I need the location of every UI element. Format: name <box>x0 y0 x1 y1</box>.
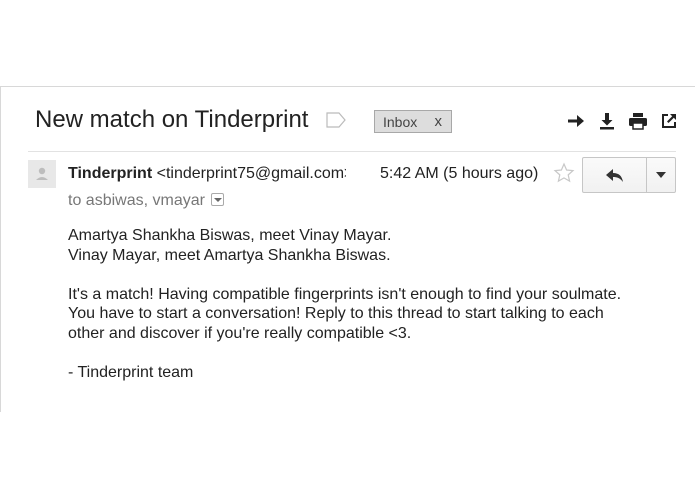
recipients-dropdown-icon[interactable] <box>210 193 224 206</box>
chevron-down-icon <box>656 172 666 178</box>
download-icon[interactable] <box>597 111 617 131</box>
print-icon[interactable] <box>628 111 648 131</box>
sender-line: Tinderprint <tinderprint75@gmail.com> <box>68 165 346 183</box>
email-time: 5:42 AM (5 hours ago) <box>380 165 539 182</box>
body-line: You have to start a conversation! Reply … <box>68 305 604 322</box>
inbox-label-text: Inbox <box>383 113 418 130</box>
more-actions-button[interactable] <box>647 158 675 192</box>
recipients-line: to asbiwas, vmayar <box>68 192 224 210</box>
header-divider <box>28 151 676 152</box>
sender-name[interactable]: Tinderprint <box>68 165 152 182</box>
inbox-label-badge: Inbox x <box>374 110 452 133</box>
body-line: Amartya Shankha Biswas, meet Vinay Mayar… <box>68 227 392 244</box>
arrow-right-icon[interactable] <box>566 111 586 131</box>
body-line: Vinay Mayar, meet Amartya Shankha Biswas… <box>68 246 391 264</box>
email-body: Amartya Shankha Biswas, meet Vinay Mayar… <box>68 226 668 382</box>
sender-email: <tinderprint75@gmail.com> <box>156 165 346 182</box>
reply-button[interactable] <box>583 158 647 192</box>
reply-icon <box>606 169 623 182</box>
email-signature: - Tinderprint team <box>68 363 194 381</box>
recipients-text: to asbiwas, vmayar <box>68 192 205 209</box>
remove-label-button[interactable]: x <box>435 113 443 130</box>
avatar <box>28 160 56 188</box>
body-line: It's a match! Having compatible fingerpr… <box>68 285 622 303</box>
email-subject: New match on Tinderprint <box>35 106 309 133</box>
label-tag-icon[interactable] <box>326 112 346 128</box>
body-line: other and discover if you're really comp… <box>68 324 412 342</box>
reply-button-group <box>582 157 676 193</box>
star-icon[interactable] <box>553 162 575 184</box>
open-new-window-icon[interactable] <box>659 111 679 131</box>
